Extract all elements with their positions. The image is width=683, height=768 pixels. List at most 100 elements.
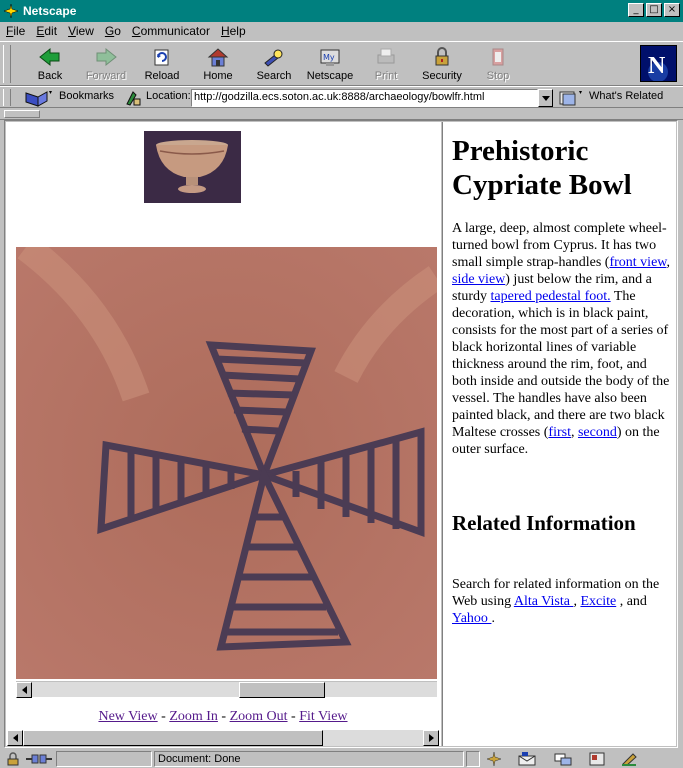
front-view-link[interactable]: front view bbox=[609, 255, 666, 270]
whats-related-icon bbox=[559, 91, 582, 106]
back-arrow-icon bbox=[39, 47, 60, 67]
navigator-component-icon[interactable] bbox=[484, 751, 504, 767]
menu-go[interactable]: Go bbox=[105, 24, 121, 38]
related-text: Search for related information on the We… bbox=[452, 577, 660, 626]
maximize-button[interactable]: □ bbox=[646, 3, 662, 17]
lock-icon bbox=[7, 752, 19, 766]
back-button[interactable]: Back bbox=[22, 45, 78, 85]
menu-edit[interactable]: Edit bbox=[36, 24, 57, 38]
plug-icon bbox=[26, 754, 52, 764]
zoom-in-link[interactable]: Zoom In bbox=[169, 709, 218, 724]
location-grip[interactable] bbox=[3, 89, 11, 106]
chevron-down-icon bbox=[541, 95, 550, 101]
new-view-link[interactable]: New View bbox=[98, 709, 157, 724]
navigation-toolbar: Back Forward Reload Home Search My Netsc… bbox=[0, 41, 683, 86]
security-lock-status-icon[interactable] bbox=[3, 751, 23, 767]
menu-file[interactable]: File bbox=[6, 24, 25, 38]
progress-bar bbox=[56, 751, 152, 767]
page-title: Prehistoric Cypriate Bowl bbox=[452, 135, 632, 201]
frame-horizontal-scrollbar[interactable] bbox=[7, 730, 439, 746]
padlock-icon bbox=[435, 47, 449, 66]
search-flashlight-icon bbox=[264, 49, 283, 67]
home-button[interactable]: Home bbox=[190, 45, 246, 85]
fit-view-link[interactable]: Fit View bbox=[299, 709, 347, 724]
online-status-icon[interactable] bbox=[25, 751, 53, 767]
maltese-cross-closeup-image[interactable] bbox=[16, 247, 437, 679]
status-text: Document: Done bbox=[154, 751, 464, 767]
scroll-left-button[interactable] bbox=[16, 682, 32, 698]
bookmarks-button[interactable]: Bookmarks bbox=[59, 90, 114, 102]
menu-communicator[interactable]: Communicator bbox=[132, 24, 210, 38]
view-controls: New View - Zoom In - Zoom Out - Fit View bbox=[98, 709, 348, 724]
frame-scroll-thumb[interactable] bbox=[23, 730, 323, 746]
minimize-button[interactable]: _ bbox=[628, 3, 644, 17]
scroll-thumb[interactable] bbox=[239, 682, 325, 698]
forward-button[interactable]: Forward bbox=[78, 45, 134, 85]
menu-help[interactable]: Help bbox=[221, 24, 246, 38]
content-area: New View - Zoom In - Zoom Out - Fit View… bbox=[4, 120, 678, 748]
image-viewer-frame: New View - Zoom In - Zoom Out - Fit View bbox=[6, 122, 440, 746]
discussion-component-icon[interactable] bbox=[553, 751, 573, 767]
title-bar: Netscape _ □ × bbox=[0, 0, 683, 22]
frame-scroll-left-button[interactable] bbox=[7, 730, 23, 746]
print-button[interactable]: Print bbox=[358, 45, 414, 85]
menu-bar: File Edit View Go Communicator Help bbox=[0, 22, 683, 40]
description-frame: Prehistoric Cypriate Bowl A large, deep,… bbox=[443, 122, 676, 746]
close-button[interactable]: × bbox=[664, 3, 680, 17]
address-book-icon bbox=[589, 752, 605, 766]
netscape-button[interactable]: My Netscape bbox=[302, 45, 358, 85]
window-title: Netscape bbox=[23, 4, 77, 18]
personal-toolbar-tab[interactable] bbox=[4, 110, 40, 118]
bookmarks-icon bbox=[25, 91, 52, 107]
arrow-left-icon bbox=[21, 686, 27, 694]
bowl-thumbnail-image[interactable] bbox=[144, 131, 241, 203]
netscape-app-icon bbox=[3, 3, 19, 19]
frame-scroll-right-button[interactable] bbox=[423, 730, 439, 746]
netscape-logo[interactable]: N bbox=[640, 45, 677, 82]
collapsed-toolbar-strip bbox=[0, 108, 683, 120]
location-toolbar: Bookmarks Location: http://godzilla.ecs.… bbox=[0, 86, 683, 108]
related-heading: Related Information bbox=[452, 511, 636, 535]
mail-icon bbox=[518, 752, 536, 766]
stop-button[interactable]: Stop bbox=[470, 45, 526, 85]
side-view-link[interactable]: side view bbox=[452, 272, 505, 287]
netscape-n-logo-icon: N bbox=[641, 46, 676, 82]
bowl-thumbnail-graphic bbox=[144, 131, 241, 203]
menu-view[interactable]: View bbox=[68, 24, 94, 38]
whats-related-button[interactable]: What's Related bbox=[589, 90, 663, 102]
my-netscape-icon: My bbox=[320, 49, 340, 66]
url-input[interactable]: http://godzilla.ecs.soton.ac.uk:8888/arc… bbox=[191, 89, 538, 107]
yahoo-link[interactable]: Yahoo bbox=[452, 611, 491, 626]
toolbar-grip[interactable] bbox=[3, 45, 11, 83]
stop-icon bbox=[492, 48, 504, 66]
arrow-right-icon bbox=[428, 734, 434, 742]
address-book-component-icon[interactable] bbox=[587, 751, 607, 767]
reload-button[interactable]: Reload bbox=[134, 45, 190, 85]
status-resize-cell bbox=[466, 751, 480, 767]
mail-component-icon[interactable] bbox=[517, 751, 537, 767]
location-label: Location: bbox=[146, 90, 191, 102]
excite-link[interactable]: Excite bbox=[580, 594, 616, 609]
maltese-cross-graphic bbox=[16, 247, 437, 679]
security-button[interactable]: Security bbox=[414, 45, 470, 85]
svg-text:N: N bbox=[648, 53, 666, 79]
bowl-description: A large, deep, almost complete wheel-tur… bbox=[452, 221, 670, 457]
location-page-icon[interactable] bbox=[124, 89, 142, 107]
status-bar: Document: Done bbox=[0, 750, 683, 768]
alta-vista-link[interactable]: Alta Vista bbox=[514, 594, 574, 609]
composer-pen-icon bbox=[622, 753, 637, 766]
image-horizontal-scrollbar[interactable] bbox=[16, 681, 437, 698]
second-cross-link[interactable]: second bbox=[578, 425, 617, 440]
home-icon bbox=[207, 48, 229, 67]
first-cross-link[interactable]: first bbox=[548, 425, 571, 440]
arrow-left-icon bbox=[12, 734, 18, 742]
composer-component-icon[interactable] bbox=[620, 751, 640, 767]
navigator-icon bbox=[486, 752, 502, 766]
printer-icon bbox=[377, 48, 395, 64]
pedestal-foot-link[interactable]: tapered pedestal foot. bbox=[491, 289, 611, 304]
url-dropdown-button[interactable] bbox=[538, 89, 553, 107]
zoom-out-link[interactable]: Zoom Out bbox=[230, 709, 288, 724]
svg-text:My: My bbox=[323, 53, 335, 62]
search-button[interactable]: Search bbox=[246, 45, 302, 85]
reload-icon bbox=[154, 49, 169, 66]
